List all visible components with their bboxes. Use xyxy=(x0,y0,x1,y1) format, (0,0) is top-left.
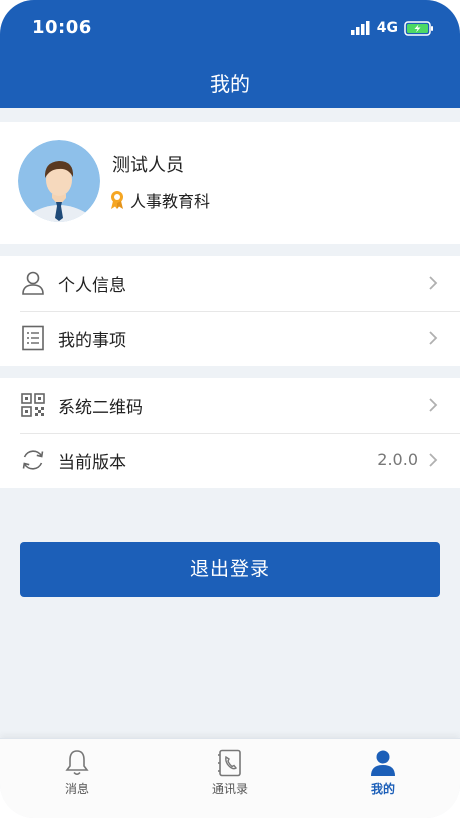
tab-label: 通讯录 xyxy=(211,782,248,796)
chevron-right-icon xyxy=(429,398,438,412)
tab-contacts[interactable]: 通讯录 xyxy=(175,749,285,797)
tab-messages[interactable]: 消息 xyxy=(22,749,132,797)
menu-item-version[interactable]: 当前版本 2.0.0 xyxy=(0,433,460,488)
menu-item-label: 当前版本 xyxy=(58,453,126,473)
menu-item-label: 系统二维码 xyxy=(58,398,143,418)
refresh-icon xyxy=(22,450,44,470)
phone-screen: 10:06 4G 我的 测试人员 人事教育科 个人信息 我的事项 系统二维码 当… xyxy=(0,0,460,818)
badge-icon xyxy=(111,191,123,209)
menu-item-qrcode[interactable]: 系统二维码 xyxy=(0,378,460,433)
department: 人事教育科 xyxy=(109,188,210,212)
status-indicators: 4G xyxy=(350,20,434,36)
menu-item-label: 我的事项 xyxy=(58,331,126,351)
signal-icon xyxy=(350,21,370,35)
profile-card[interactable]: 测试人员 人事教育科 xyxy=(0,122,460,244)
page-title: 我的 xyxy=(210,72,250,96)
battery-charging-icon xyxy=(404,20,433,36)
tab-mine[interactable]: 我的 xyxy=(328,749,438,797)
user-name: 测试人员 xyxy=(112,155,184,176)
tab-label: 消息 xyxy=(64,782,89,796)
chevron-right-icon xyxy=(429,331,438,345)
user-icon xyxy=(22,271,44,295)
chevron-right-icon xyxy=(429,276,438,290)
bell-icon xyxy=(65,750,89,776)
chevron-right-icon xyxy=(429,453,438,467)
menu-item-my-tasks[interactable]: 我的事项 xyxy=(0,311,460,366)
person-icon xyxy=(371,750,395,776)
status-time: 10:06 xyxy=(32,17,92,38)
menu-item-label: 个人信息 xyxy=(58,276,126,296)
menu-group-system: 系统二维码 当前版本 2.0.0 xyxy=(0,378,460,488)
list-document-icon xyxy=(22,325,44,351)
department-name: 人事教育科 xyxy=(130,192,211,211)
app-header: 10:06 4G 我的 xyxy=(0,0,460,108)
qrcode-icon xyxy=(21,393,45,417)
menu-group-personal: 个人信息 我的事项 xyxy=(0,256,460,366)
bottom-tab-bar: 消息 通讯录 我的 xyxy=(0,738,460,818)
logout-button[interactable]: 退出登录 xyxy=(20,542,440,597)
network-type: 4G xyxy=(376,20,398,36)
menu-item-personal-info[interactable]: 个人信息 xyxy=(0,256,460,311)
tab-label: 我的 xyxy=(370,782,395,796)
contacts-book-icon xyxy=(218,749,241,777)
avatar xyxy=(18,140,100,222)
version-value: 2.0.0 xyxy=(377,450,418,469)
